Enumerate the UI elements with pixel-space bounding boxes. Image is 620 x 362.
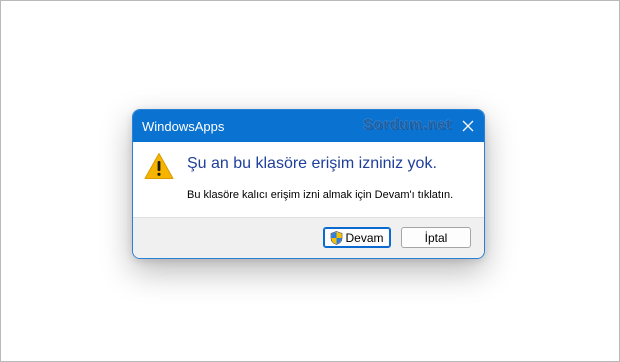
close-icon [462,120,474,132]
cancel-button[interactable]: İptal [401,227,471,248]
uac-shield-icon [331,230,343,245]
dialog-title: WindowsApps [142,119,225,134]
screenshot-frame: WindowsApps Sordum.net Şu an bu klasöre … [0,0,620,362]
dialog-footer: Devam İptal [133,217,484,258]
main-instruction: Şu an bu klasöre erişim izniniz yok. [187,155,437,172]
cancel-button-label: İptal [424,230,448,245]
instruction-detail: Bu klasöre kalıcı erişim izni almak için… [187,189,454,201]
dialog-titlebar[interactable]: WindowsApps Sordum.net [133,110,484,142]
continue-button[interactable]: Devam [323,227,391,248]
watermark-logo: Sordum.net [363,116,452,133]
warning-icon [144,153,174,179]
access-denied-dialog: WindowsApps Sordum.net Şu an bu klasöre … [132,109,485,259]
continue-button-label: Devam [345,230,384,245]
dialog-content: Şu an bu klasöre erişim izniniz yok. Bu … [133,142,484,217]
close-button[interactable] [455,113,481,139]
